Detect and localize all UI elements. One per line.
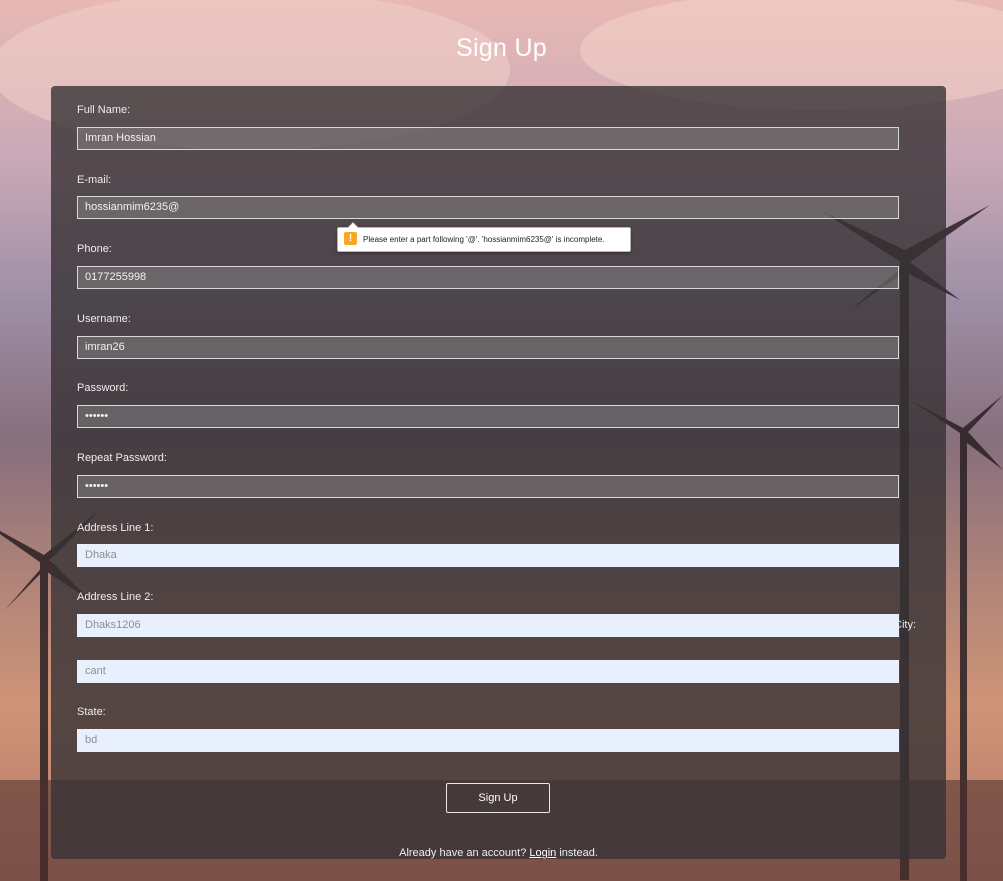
full-name-input[interactable]: Imran Hossian — [77, 127, 899, 150]
city-input[interactable]: cant — [77, 660, 899, 683]
phone-label: Phone: — [77, 243, 112, 255]
warning-icon: ! — [344, 232, 357, 245]
login-prompt: Already have an account? Login instead. — [51, 847, 946, 859]
page-title: Sign Up — [455, 34, 548, 62]
signup-form-panel: Full Name: Imran Hossian E-mail: hossian… — [51, 86, 946, 859]
email-validation-tooltip: ! Please enter a part following '@'. 'ho… — [337, 222, 631, 252]
login-link[interactable]: Login — [529, 847, 556, 859]
address-line-1-input[interactable]: Dhaka — [77, 544, 899, 567]
address-line-2-input[interactable]: Dhaks1206 — [77, 614, 899, 637]
username-label: Username: — [77, 313, 131, 325]
password-input[interactable]: •••••• — [77, 405, 899, 428]
address-line-2-label: Address Line 2: — [77, 591, 154, 603]
state-label: State: — [77, 706, 106, 718]
email-input[interactable]: hossianmim6235@ — [77, 196, 899, 219]
username-input[interactable]: imran26 — [77, 336, 899, 359]
login-prompt-prefix: Already have an account? — [399, 847, 527, 859]
repeat-password-input[interactable]: •••••• — [77, 475, 899, 498]
login-prompt-suffix: instead. — [559, 847, 598, 859]
address-line-1-label: Address Line 1: — [77, 522, 154, 534]
email-label: E-mail: — [77, 174, 112, 186]
phone-input[interactable]: 0177255998 — [77, 266, 899, 289]
repeat-password-label: Repeat Password: — [77, 452, 167, 464]
full-name-label: Full Name: — [77, 104, 131, 116]
sign-up-button[interactable]: Sign Up — [446, 783, 550, 813]
password-label: Password: — [77, 382, 129, 394]
city-label: City: — [894, 619, 916, 631]
state-input[interactable]: bd — [77, 729, 899, 752]
validation-message: Please enter a part following '@'. 'hoss… — [363, 235, 605, 244]
